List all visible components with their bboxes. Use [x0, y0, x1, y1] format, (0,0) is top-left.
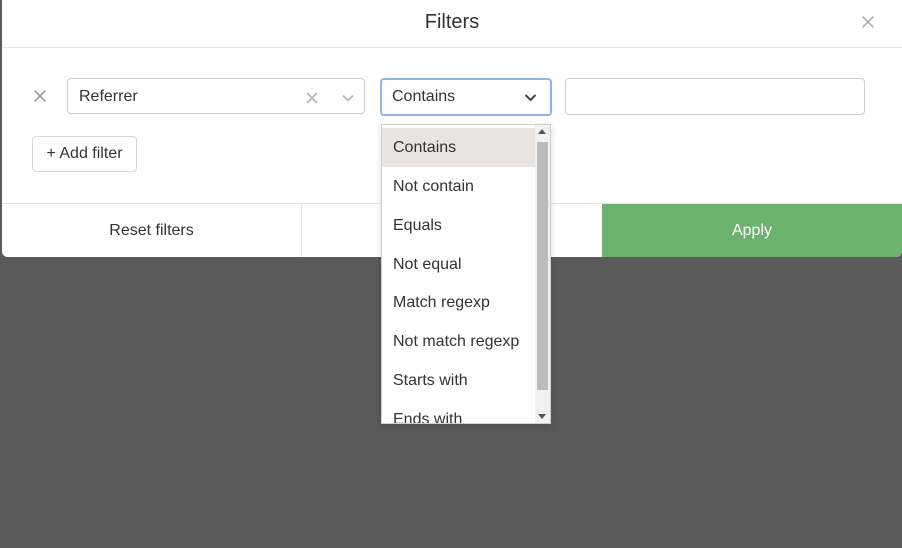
- clear-icon[interactable]: [306, 91, 318, 104]
- dropdown-option-not-contain[interactable]: Not contain: [382, 167, 536, 206]
- dropdown-option-ends-with[interactable]: Ends with: [382, 400, 536, 423]
- dropdown-option-not-equal[interactable]: Not equal: [382, 245, 536, 284]
- dropdown-option-starts-with[interactable]: Starts with: [382, 361, 536, 400]
- add-filter-button[interactable]: + Add filter: [32, 136, 137, 172]
- filter-operator-value: Contains: [392, 88, 456, 105]
- operator-dropdown: Contains Not contain Equals Not equal Ma…: [381, 124, 551, 424]
- reset-filters-button[interactable]: Reset filters: [2, 204, 302, 257]
- modal-title: Filters: [424, 11, 480, 33]
- scrollbar-thumb[interactable]: [537, 142, 548, 390]
- modal-header: Filters: [2, 0, 902, 48]
- chevron-down-icon[interactable]: [524, 91, 537, 104]
- apply-button[interactable]: Apply: [602, 204, 902, 257]
- close-icon[interactable]: [860, 14, 876, 30]
- dropdown-option-match-regexp[interactable]: Match regexp: [382, 283, 536, 322]
- dropdown-option-not-match-regexp[interactable]: Not match regexp: [382, 322, 536, 361]
- scroll-down-icon[interactable]: [538, 414, 546, 419]
- filter-value-input[interactable]: [565, 78, 865, 115]
- filter-operator-select[interactable]: Contains: [380, 78, 552, 116]
- filter-field-value: Referrer: [79, 88, 138, 105]
- remove-filter-icon[interactable]: [33, 89, 47, 103]
- dropdown-option-equals[interactable]: Equals: [382, 206, 536, 245]
- filter-field-select[interactable]: Referrer: [67, 78, 365, 114]
- dropdown-scrollbar[interactable]: [535, 125, 550, 423]
- dropdown-option-contains[interactable]: Contains: [382, 128, 536, 167]
- scroll-up-icon[interactable]: [538, 129, 546, 134]
- chevron-down-icon[interactable]: [342, 91, 354, 103]
